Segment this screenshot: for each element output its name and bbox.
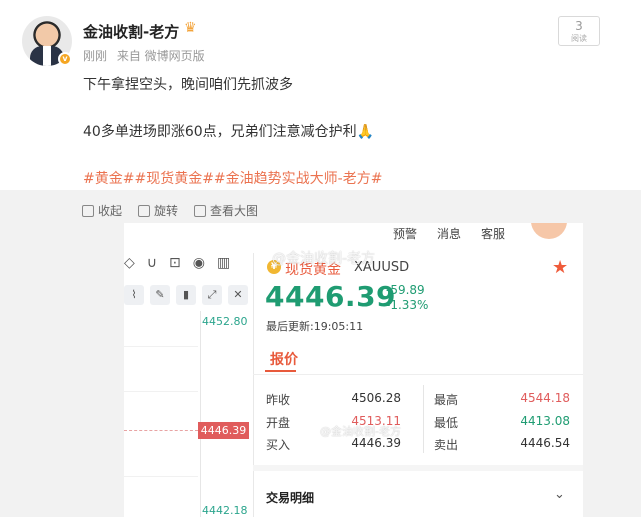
tab-separator: [253, 374, 583, 375]
alert-link[interactable]: 预警: [393, 225, 417, 242]
mini-chart[interactable]: 4452.80 4446.39 4442.18: [124, 311, 250, 517]
lock-icon[interactable]: ⊡: [169, 255, 181, 275]
quote-label: 开盘: [266, 416, 291, 430]
eye-icon[interactable]: ◉: [193, 255, 205, 275]
drawing-tools: ◇ ∪ ⊡ ◉ ▥: [124, 255, 254, 275]
vip-crown-icon: ♛: [184, 20, 197, 36]
mascot-avatar: [531, 223, 567, 239]
trading-app-screenshot[interactable]: 预警 消息 客服 ◇ ∪ ⊡ ◉ ▥ ⌇ ✎ ▮ ⤢ ✕ 4452.80 444…: [124, 223, 583, 517]
verified-badge-icon: v: [58, 52, 72, 66]
watermark: @金油收割-老方: [272, 251, 376, 267]
view-large-icon: [194, 204, 207, 217]
quote-buy: 买入: [266, 436, 290, 453]
quote-label: 最低: [434, 416, 459, 430]
tab-quote[interactable]: 报价: [270, 349, 298, 369]
current-price-line: [124, 430, 198, 431]
app-topbar: 预警 消息 客服: [124, 223, 583, 245]
post-line-1: 下午拿捏空头，晚间咱们先抓波多: [83, 77, 293, 93]
favorite-star-icon[interactable]: ★: [552, 257, 568, 278]
current-price: 4446.39: [265, 280, 397, 313]
pen-icon[interactable]: ✎: [150, 285, 170, 305]
quote-column-divider: [423, 385, 424, 453]
view-large-label: 查看大图: [210, 204, 259, 218]
quote-prev-close: 昨收: [266, 391, 290, 408]
quote-value: 4544.18: [520, 391, 570, 405]
magnet-icon[interactable]: ∪: [147, 255, 157, 275]
price-label-bottom: 4442.18: [202, 504, 248, 517]
read-count-label: 阅读: [571, 34, 587, 43]
price-change-pct: -1.33%: [386, 298, 429, 312]
quote-label: 昨收: [266, 393, 291, 407]
last-updated: 最后更新:19:05:11: [266, 320, 364, 333]
quote-label: 买入: [266, 438, 291, 452]
quote-value: 4413.08: [520, 414, 570, 428]
quote-label: 卖出: [434, 438, 459, 452]
price-label-top: 4452.80: [202, 315, 248, 328]
current-price-tag: 4446.39: [198, 422, 249, 439]
chevron-down-icon[interactable]: ⌄: [554, 487, 565, 502]
rotate-label: 旋转: [154, 204, 179, 218]
watermark: @金油收割-老方: [320, 425, 401, 438]
price-change: -59.89: [386, 283, 425, 297]
collapse-icon: [82, 204, 94, 217]
section-gap: [253, 465, 583, 471]
post-source: 来自 微博网页版: [116, 49, 205, 63]
grid-line: [124, 391, 198, 392]
close-icon[interactable]: ✕: [228, 285, 248, 305]
grid-line: [124, 476, 198, 477]
post-hashtags[interactable]: #黄金##现货黄金##金油趋势实战大师-老方#: [83, 168, 603, 188]
post-line-2: 40多单进场即涨60点，兄弟们注意减仓护利🙏: [83, 124, 375, 140]
grid-line: [124, 346, 198, 347]
author-name[interactable]: 金油收割-老方: [83, 21, 179, 42]
tab-underline: [265, 370, 296, 372]
panel-divider: [253, 253, 254, 517]
trash-icon[interactable]: ▥: [217, 255, 230, 275]
read-count-box: 3 阅读: [558, 16, 600, 46]
chart-tools: ⌇ ✎ ▮ ⤢ ✕: [124, 285, 250, 307]
quote-low: 最低: [434, 414, 458, 431]
message-link[interactable]: 消息: [437, 225, 461, 242]
quote-sell: 卖出: [434, 436, 458, 453]
view-large-button[interactable]: 查看大图: [194, 202, 258, 219]
post-time: 刚刚: [83, 49, 108, 63]
eraser-icon[interactable]: ◇: [124, 255, 135, 275]
quote-open: 开盘: [266, 414, 290, 431]
service-link[interactable]: 客服: [481, 225, 505, 242]
post-meta: 刚刚 来自 微博网页版: [83, 47, 211, 64]
media-actions: 收起 旋转 查看大图: [82, 202, 258, 219]
avatar-shirt: [43, 46, 51, 66]
price-axis-line: [200, 311, 201, 517]
line-chart-icon[interactable]: ⌇: [124, 285, 144, 305]
quote-high: 最高: [434, 391, 458, 408]
rotate-icon: [138, 204, 151, 217]
quote-label: 最高: [434, 393, 459, 407]
collapse-button[interactable]: 收起: [82, 202, 122, 219]
quote-value: 4446.54: [520, 436, 570, 450]
read-count: 3: [575, 19, 583, 33]
expand-icon[interactable]: ⤢: [202, 285, 222, 305]
collapse-label: 收起: [98, 204, 123, 218]
quote-value: 4506.28: [351, 391, 401, 405]
trade-detail-title[interactable]: 交易明细: [266, 489, 314, 506]
rotate-button[interactable]: 旋转: [138, 202, 178, 219]
candlestick-icon[interactable]: ▮: [176, 285, 196, 305]
